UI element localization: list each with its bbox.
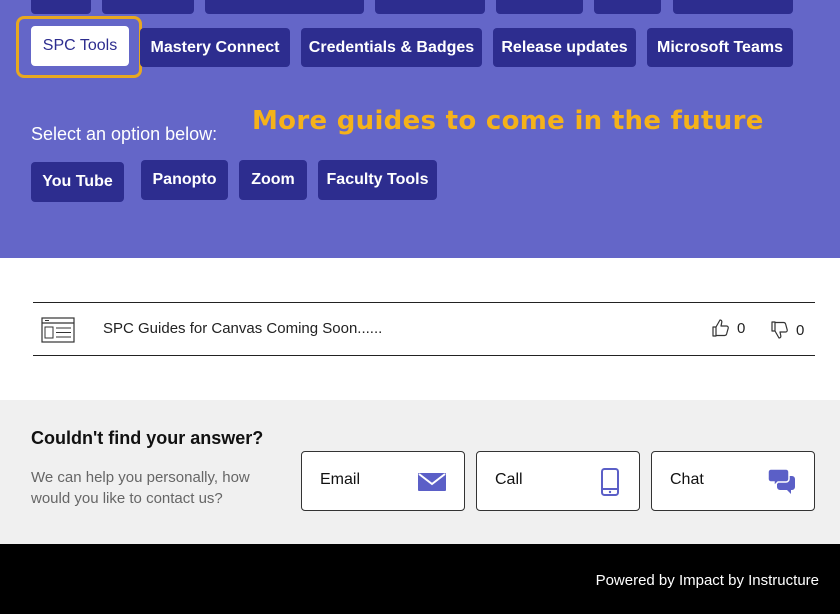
- like-count: 0: [737, 319, 746, 337]
- nav-button-top-3[interactable]: [205, 0, 364, 14]
- contact-title: Couldn't find your answer?: [31, 428, 264, 448]
- nav-button-credentials-badges[interactable]: Credentials & Badges: [301, 28, 482, 67]
- powered-by-link[interactable]: Powered by Impact by Instructure: [596, 572, 819, 589]
- email-button[interactable]: Email: [301, 451, 465, 511]
- nav-button-top-5[interactable]: [496, 0, 583, 14]
- footer: Powered by Impact by Instructure: [0, 544, 840, 614]
- option-button-panopto[interactable]: Panopto: [141, 160, 228, 200]
- document-list-icon: [41, 317, 75, 343]
- nav-button-release-updates[interactable]: Release updates: [493, 28, 636, 67]
- nav-button-mastery-connect[interactable]: Mastery Connect: [140, 28, 290, 67]
- contact-subtitle: We can help you personally, how would yo…: [31, 469, 250, 507]
- select-option-label: Select an option below:: [31, 124, 218, 144]
- envelope-icon: [418, 473, 446, 491]
- option-button-youtube[interactable]: You Tube: [31, 162, 124, 202]
- email-button-label: Email: [320, 471, 361, 488]
- contact-section: Couldn't find your answer? We can help y…: [0, 400, 840, 544]
- dislike-count: 0: [796, 321, 805, 339]
- nav-button-top-2[interactable]: [102, 0, 194, 14]
- chat-bubbles-icon: [768, 468, 795, 494]
- hero-section: SPC Tools Mastery Connect Credentials & …: [0, 0, 840, 258]
- call-button[interactable]: Call: [476, 451, 640, 511]
- option-button-faculty-tools[interactable]: Faculty Tools: [318, 160, 437, 200]
- nav-button-top-4[interactable]: [375, 0, 485, 14]
- article-list-item[interactable]: SPC Guides for Canvas Coming Soon...... …: [33, 302, 815, 356]
- chat-button[interactable]: Chat: [651, 451, 815, 511]
- chat-button-label: Chat: [670, 471, 704, 488]
- thumbs-down-icon: [771, 321, 788, 339]
- nav-button-top-1[interactable]: [31, 0, 91, 14]
- nav-button-microsoft-teams[interactable]: Microsoft Teams: [647, 28, 793, 67]
- nav-button-top-6[interactable]: [594, 0, 661, 14]
- dislike-button[interactable]: 0: [770, 320, 804, 340]
- call-button-label: Call: [495, 471, 523, 488]
- nav-button-top-7[interactable]: [673, 0, 793, 14]
- phone-icon: [601, 468, 619, 496]
- option-button-zoom[interactable]: Zoom: [239, 160, 307, 200]
- like-button[interactable]: 0: [711, 318, 745, 338]
- thumbs-up-icon: [712, 319, 729, 337]
- future-guides-note: More guides to come in the future: [252, 106, 764, 136]
- article-title[interactable]: SPC Guides for Canvas Coming Soon......: [103, 320, 382, 337]
- nav-button-spc-tools[interactable]: SPC Tools: [31, 26, 129, 66]
